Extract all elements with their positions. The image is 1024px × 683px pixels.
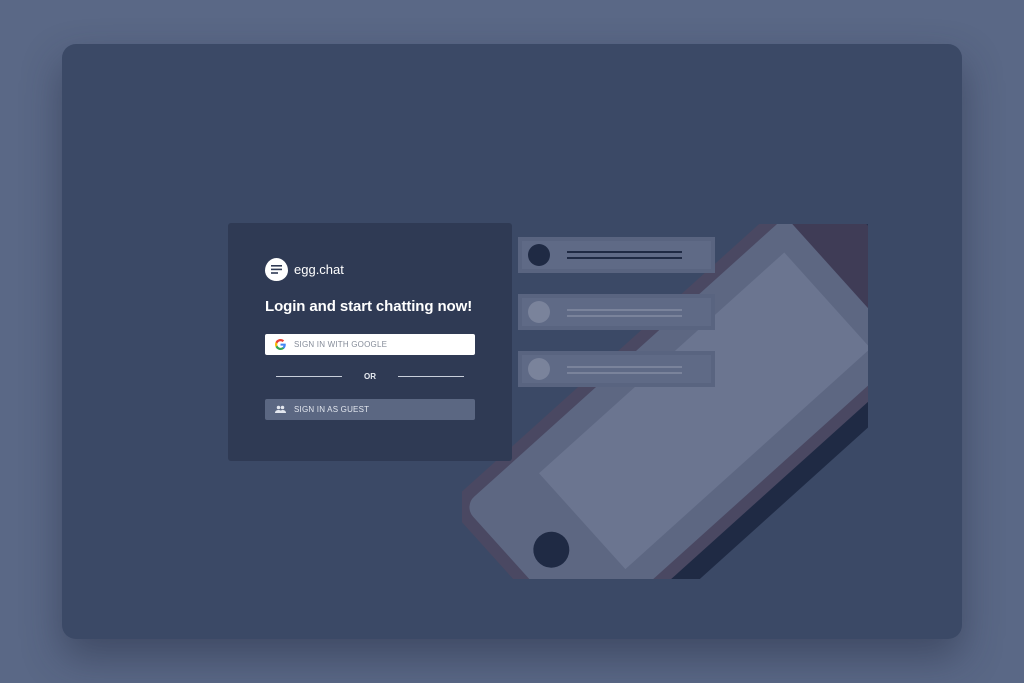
google-g-icon <box>274 339 286 351</box>
divider-line-right <box>398 375 464 377</box>
egg-chat-logo-icon <box>265 257 288 281</box>
login-card: egg.chat Login and start chatting now! S… <box>228 223 512 461</box>
people-icon <box>274 404 286 416</box>
chat-bubble-3 <box>518 351 715 387</box>
brand-name: egg.chat <box>294 261 344 277</box>
app-window: egg.chat Login and start chatting now! S… <box>62 44 962 639</box>
or-label: OR <box>364 371 376 381</box>
google-button-label: SIGN IN WITH GOOGLE <box>294 340 388 349</box>
brand: egg.chat <box>265 257 475 281</box>
phone-chat-illustration <box>462 224 868 579</box>
login-headline: Login and start chatting now! <box>265 298 473 315</box>
or-divider: OR <box>265 370 475 382</box>
sign-in-with-google-button[interactable]: SIGN IN WITH GOOGLE <box>265 334 475 355</box>
chat-bubble-1 <box>518 237 715 273</box>
chat-bubble-2 <box>518 294 715 330</box>
sign-in-as-guest-button[interactable]: SIGN IN AS GUEST <box>265 399 475 420</box>
divider-line-left <box>276 375 342 377</box>
guest-button-label: SIGN IN AS GUEST <box>294 405 370 414</box>
